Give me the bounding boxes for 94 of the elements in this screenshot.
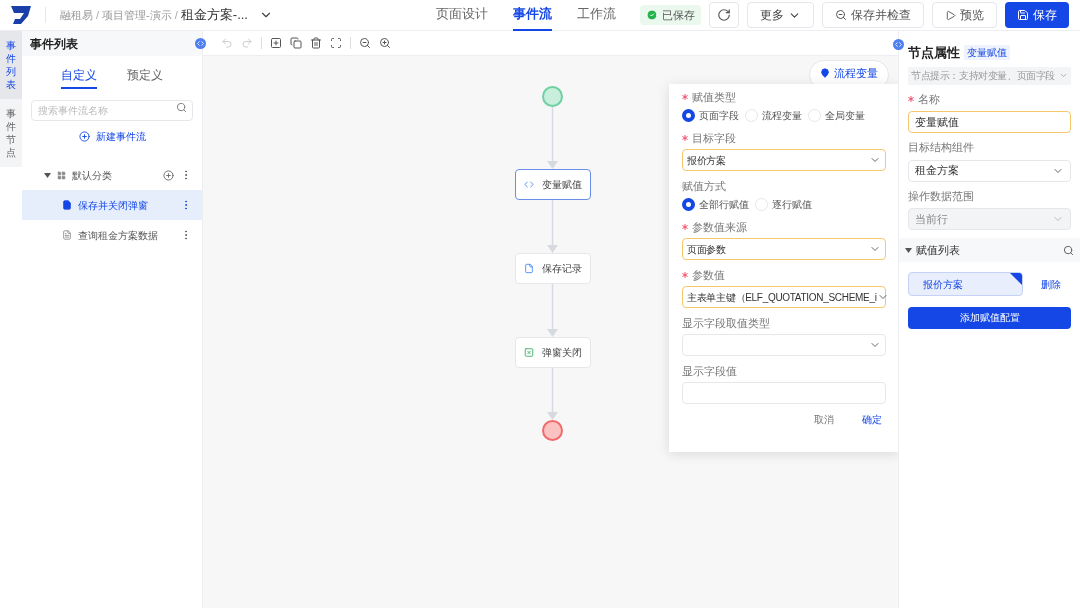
field-label: 显示字段值 bbox=[682, 364, 737, 378]
collapse-icon[interactable] bbox=[195, 38, 206, 49]
more-button[interactable]: 更多 bbox=[747, 2, 814, 28]
field-label: 参数值 bbox=[692, 268, 725, 282]
code-icon bbox=[524, 178, 534, 191]
document-icon bbox=[62, 200, 72, 210]
collapse-icon[interactable] bbox=[893, 39, 904, 50]
event-flow-item[interactable]: 查询租金方案数据 bbox=[22, 220, 202, 250]
required-asterisk-icon bbox=[682, 272, 688, 278]
start-node bbox=[542, 86, 563, 107]
preview-button[interactable]: 预览 bbox=[932, 2, 997, 28]
connector-arrow bbox=[547, 199, 558, 253]
radio-option[interactable]: 页面字段 bbox=[682, 108, 739, 123]
side-tab[interactable]: 事件节点 bbox=[0, 99, 22, 167]
panel-title: 事件列表 bbox=[30, 35, 78, 53]
field-label: 显示字段取值类型 bbox=[682, 316, 770, 330]
map-pin-icon bbox=[820, 68, 830, 78]
zoom-out-icon[interactable] bbox=[359, 37, 371, 49]
radio-option[interactable]: 全局变量 bbox=[808, 108, 865, 123]
select-field[interactable]: 主表单主键（ELF_QUOTATION_SCHEME_i bbox=[682, 286, 886, 308]
search-icon bbox=[176, 102, 187, 113]
nav-tab[interactable]: 事件流 bbox=[513, 0, 553, 31]
radio-option[interactable]: 全部行赋值 bbox=[682, 197, 749, 212]
input-field[interactable]: 变量赋值 bbox=[908, 111, 1071, 133]
refresh-icon bbox=[717, 8, 731, 22]
new-event-flow-button[interactable]: 新建事件流 bbox=[78, 129, 146, 144]
field-label: 操作数据范围 bbox=[908, 188, 974, 204]
close-box-icon bbox=[524, 346, 534, 359]
corner-flag-icon bbox=[1010, 273, 1022, 285]
required-asterisk-icon bbox=[682, 224, 688, 230]
required-asterisk-icon bbox=[682, 94, 688, 100]
refresh-button[interactable] bbox=[709, 2, 739, 28]
select-field[interactable] bbox=[682, 334, 886, 356]
connector-arrow bbox=[547, 367, 558, 420]
current-page-title: 租金方案-... bbox=[180, 6, 248, 25]
breadcrumb-separator: / bbox=[174, 7, 178, 23]
flow-node[interactable]: 弹窗关闭 bbox=[515, 337, 591, 368]
category-row[interactable]: 默认分类 bbox=[22, 160, 202, 190]
document-icon bbox=[62, 230, 72, 240]
connector-arrow bbox=[547, 106, 558, 169]
breadcrumb-separator: / bbox=[96, 7, 100, 23]
section-title: 赋值列表 bbox=[916, 242, 960, 258]
plus-circle-icon bbox=[78, 131, 90, 142]
end-node bbox=[542, 420, 563, 441]
list-tab[interactable]: 自定义 bbox=[61, 66, 97, 89]
assignment-item[interactable]: 报价方案 bbox=[908, 272, 1023, 296]
save-and-check-button[interactable]: 保存并检查 bbox=[822, 2, 924, 28]
search-field[interactable]: 搜索事件流名称 bbox=[31, 100, 193, 121]
expand-caret-icon[interactable] bbox=[44, 172, 51, 178]
input-field[interactable] bbox=[682, 382, 886, 404]
add-assignment-button[interactable]: 添加赋值配置 bbox=[908, 306, 1071, 329]
zoom-out-icon bbox=[835, 9, 847, 21]
required-asterisk-icon bbox=[908, 95, 914, 102]
list-tab[interactable]: 预定义 bbox=[127, 66, 163, 89]
copy-icon[interactable] bbox=[290, 37, 302, 49]
field-label: 参数值来源 bbox=[692, 220, 747, 234]
grid-icon bbox=[57, 170, 66, 180]
connector-arrow bbox=[547, 283, 558, 337]
panel-title: 节点属性 bbox=[908, 44, 960, 62]
zoom-in-icon[interactable] bbox=[379, 37, 391, 49]
expand-caret-icon[interactable] bbox=[905, 247, 912, 253]
field-label: 赋值方式 bbox=[682, 179, 726, 193]
field-label: 目标结构组件 bbox=[908, 140, 974, 155]
radio-option[interactable]: 流程变量 bbox=[745, 108, 802, 123]
add-node-icon[interactable] bbox=[270, 37, 282, 49]
saved-status-badge: 已保存 bbox=[640, 5, 701, 25]
flow-node[interactable]: 变量赋值 bbox=[515, 169, 591, 200]
required-asterisk-icon bbox=[682, 135, 688, 141]
logo-icon bbox=[11, 6, 31, 24]
flow-node[interactable]: 保存记录 bbox=[515, 253, 591, 284]
plus-circle-icon[interactable] bbox=[163, 169, 174, 181]
chevron-down-icon bbox=[1059, 71, 1068, 80]
field-label: 赋值类型 bbox=[692, 90, 736, 104]
delete-link[interactable]: 删除 bbox=[1041, 276, 1061, 292]
trash-icon[interactable] bbox=[310, 37, 322, 49]
confirm-button[interactable]: 确定 bbox=[862, 412, 882, 427]
nav-tab[interactable]: 页面设计 bbox=[436, 0, 489, 31]
radio-option[interactable]: 逐行赋值 bbox=[755, 197, 812, 212]
node-type-tag: 变量赋值 bbox=[964, 45, 1010, 61]
side-tab[interactable]: 事件列表 bbox=[0, 31, 22, 99]
save-button[interactable]: 保存 bbox=[1005, 2, 1069, 28]
document-icon bbox=[524, 262, 534, 275]
search-icon[interactable] bbox=[1063, 244, 1074, 256]
check-circle-icon bbox=[646, 9, 658, 21]
field-label: 名称 bbox=[918, 91, 940, 107]
fit-view-icon[interactable] bbox=[330, 37, 342, 49]
play-icon bbox=[945, 9, 956, 21]
select-field[interactable]: 报价方案 bbox=[682, 149, 886, 171]
event-flow-item[interactable]: 保存并关闭弹窗 bbox=[22, 190, 202, 220]
field-label: 目标字段 bbox=[692, 131, 736, 145]
select-field[interactable]: 页面参数 bbox=[682, 238, 886, 260]
nav-tab[interactable]: 工作流 bbox=[577, 0, 617, 31]
cancel-button[interactable]: 取消 bbox=[814, 412, 834, 427]
select-field[interactable]: 租金方案 bbox=[908, 159, 1071, 182]
